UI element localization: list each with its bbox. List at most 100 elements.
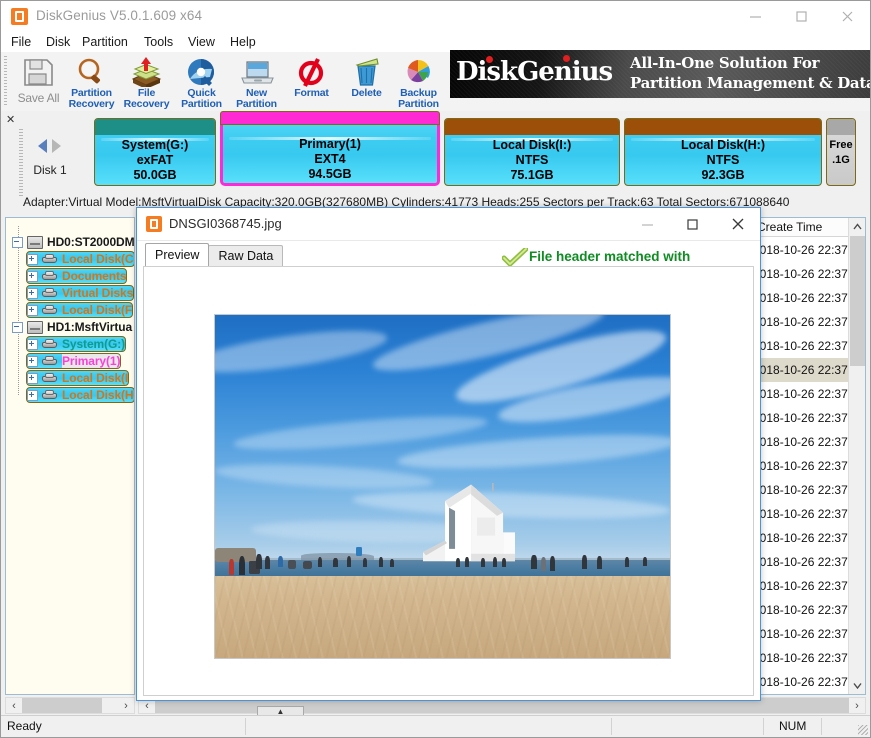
scroll-up-icon[interactable] — [849, 218, 866, 235]
sand-texture — [215, 576, 670, 658]
toolbar-delete-label: Delete — [339, 88, 394, 99]
arrow-left-icon[interactable] — [38, 139, 47, 153]
partition-size: 50.0GB — [95, 168, 215, 183]
expander-expand-icon[interactable] — [27, 339, 38, 350]
toolbar-delete[interactable]: Delete — [339, 55, 394, 108]
person — [625, 557, 629, 567]
expander-collapse-icon[interactable] — [12, 237, 23, 248]
expander-expand-icon[interactable] — [27, 305, 38, 316]
scroll-right-icon[interactable]: › — [849, 698, 865, 713]
partition-icon — [42, 356, 58, 366]
scroll-left-icon[interactable]: ‹ — [6, 698, 22, 713]
person — [456, 558, 460, 568]
expander-expand-icon[interactable] — [27, 288, 38, 299]
partition-system-g[interactable]: System(G:) exFAT 50.0GB — [94, 118, 216, 186]
dialog-tabs: Preview Raw Data — [145, 244, 282, 266]
dialog-minimize-button[interactable] — [625, 208, 670, 240]
hard-disk-icon — [27, 321, 43, 334]
partition-fs: NTFS — [445, 153, 619, 168]
file-list-vertical-scrollbar[interactable] — [848, 218, 865, 694]
banner-tagline-line2: Partition Management & Data — [630, 74, 870, 92]
tree-node-local-disk-i[interactable]: Local Disk(I — [26, 370, 129, 386]
person — [265, 556, 270, 568]
tree-node-label: Primary(1) — [62, 354, 120, 368]
toolbar-partition-recovery[interactable]: Partition Recovery — [64, 55, 119, 108]
scrollbar-thumb[interactable] — [850, 236, 865, 366]
expander-expand-icon[interactable] — [27, 373, 38, 384]
status-divider — [611, 718, 612, 735]
status-bar: Ready NUM — [1, 715, 870, 737]
partition-icon — [42, 254, 58, 264]
partition-name: Free — [827, 138, 855, 153]
scroll-down-icon[interactable] — [849, 677, 866, 694]
expander-expand-icon[interactable] — [27, 271, 38, 282]
partition-info: System(G:) exFAT 50.0GB — [95, 138, 215, 183]
toolbar-file-recovery[interactable]: File Recovery — [119, 55, 174, 108]
resize-grip[interactable] — [858, 725, 868, 735]
partition-local-disk-h[interactable]: Local Disk(H:) NTFS 92.3GB — [624, 118, 822, 186]
minimize-button[interactable] — [732, 1, 778, 32]
tree-node-hd0[interactable]: HD0:ST2000DM — [12, 234, 135, 250]
close-icon[interactable]: ✕ — [6, 113, 15, 126]
tree-horizontal-scrollbar[interactable]: ‹ › — [5, 697, 135, 714]
scroll-right-icon[interactable]: › — [118, 698, 134, 713]
toolbar-new-partition[interactable]: New Partition — [229, 55, 284, 108]
menu-help[interactable]: Help — [228, 34, 258, 51]
tree-node-virtual-disks[interactable]: Virtual Disks — [26, 285, 134, 301]
tab-preview[interactable]: Preview — [145, 243, 209, 266]
layers-arrow-icon — [119, 55, 174, 87]
tree-node-local-disk-f[interactable]: Local Disk(F — [26, 302, 133, 318]
person — [229, 559, 234, 575]
partition-primary-1[interactable]: Primary(1) EXT4 94.5GB — [220, 118, 440, 186]
menu-disk[interactable]: Disk — [44, 34, 72, 51]
partition-icon — [42, 305, 58, 315]
dialog-close-button[interactable] — [715, 208, 760, 240]
column-create-time[interactable]: Create Time — [753, 218, 849, 236]
dialog-title-bar: DNSGI0368745.jpg — [137, 208, 760, 241]
expander-expand-icon[interactable] — [27, 356, 38, 367]
tree-node-documents[interactable]: Documents — [26, 268, 127, 284]
beach-photo — [214, 314, 671, 659]
tree-node-system-g[interactable]: System(G:) — [26, 336, 126, 352]
person — [390, 559, 394, 568]
toolbar-grip[interactable] — [4, 56, 7, 106]
menu-file[interactable]: File — [9, 34, 33, 51]
toolbar-partition-recovery-label: Partition Recovery — [64, 88, 119, 109]
tree-node-hd1[interactable]: HD1:MsftVirtua — [12, 319, 132, 335]
banner-dot-right — [563, 55, 570, 62]
toolbar-file-recovery-label: File Recovery — [119, 88, 174, 109]
partition-info: Primary(1) EXT4 94.5GB — [223, 137, 437, 182]
arrow-right-icon[interactable] — [52, 139, 61, 153]
toolbar-quick-partition[interactable]: Quick Partition — [174, 55, 229, 108]
partition-free-space[interactable]: Free .1G — [826, 118, 856, 186]
dialog-maximize-button[interactable] — [670, 208, 715, 240]
person — [333, 558, 338, 568]
expander-expand-icon[interactable] — [27, 390, 38, 401]
tree-node-label: HD0:ST2000DM — [47, 235, 135, 249]
tab-raw-data[interactable]: Raw Data — [208, 245, 283, 266]
toolbar-save-all[interactable]: Save All — [11, 55, 66, 108]
scrollbar-thumb[interactable] — [22, 698, 102, 713]
person — [278, 556, 283, 568]
menu-tools[interactable]: Tools — [142, 34, 175, 51]
expander-collapse-icon[interactable] — [12, 322, 23, 333]
table-row-selected[interactable]: 2018-10-26 22:37:08 — [753, 358, 849, 382]
toolbar-quick-partition-label: Quick Partition — [174, 88, 229, 109]
rocks — [215, 548, 256, 562]
person — [597, 556, 602, 569]
menu-view[interactable]: View — [186, 34, 217, 51]
maximize-button[interactable] — [778, 1, 824, 32]
tree-node-local-disk-c[interactable]: Local Disk(C — [26, 251, 135, 267]
toolbar-backup-partition[interactable]: Backup Partition — [391, 55, 446, 108]
person — [502, 558, 506, 568]
tree-node-local-disk-h[interactable]: Local Disk(H — [26, 387, 135, 403]
expander-expand-icon[interactable] — [27, 254, 38, 265]
person — [481, 558, 485, 568]
person — [541, 557, 546, 571]
diskgenius-icon — [146, 216, 162, 232]
tree-node-primary-1[interactable]: Primary(1) — [26, 353, 121, 369]
partition-local-disk-i[interactable]: Local Disk(I:) NTFS 75.1GB — [444, 118, 620, 186]
menu-partition[interactable]: Partition — [80, 34, 130, 51]
toolbar-format[interactable]: Format — [284, 55, 339, 108]
close-button[interactable] — [824, 1, 870, 32]
